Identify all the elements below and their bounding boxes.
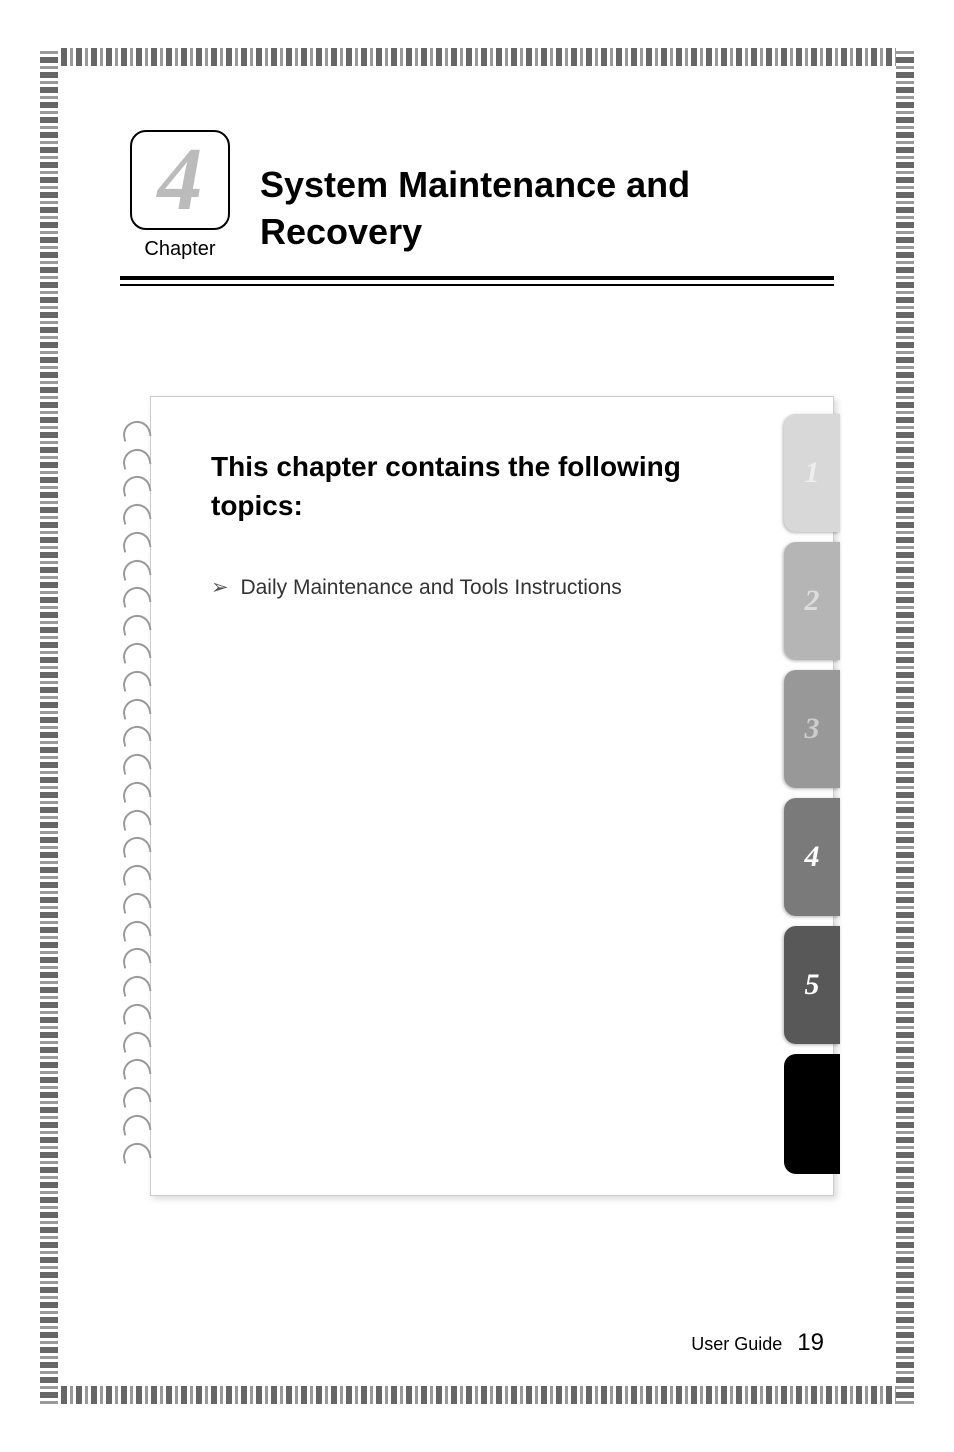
- section-tab-current: [784, 1054, 840, 1174]
- topic-item: ➢ Daily Maintenance and Tools Instructio…: [211, 575, 753, 600]
- footer-label: User Guide: [691, 1334, 782, 1354]
- chapter-badge: 4 Chapter: [120, 130, 240, 261]
- page-footer: User Guide 19: [691, 1329, 824, 1357]
- page-number: 19: [797, 1329, 824, 1356]
- section-tab-2[interactable]: 2: [784, 542, 840, 660]
- topics-heading: This chapter contains the following topi…: [211, 447, 753, 525]
- page-content: 4 Chapter System Maintenance and Recover…: [70, 70, 884, 1382]
- chapter-title: System Maintenance and Recovery: [260, 162, 834, 261]
- decorative-top-border: [40, 48, 914, 66]
- chapter-number-box: 4: [130, 130, 230, 230]
- decorative-right-border: [896, 48, 914, 1404]
- decorative-bottom-border: [40, 1386, 914, 1404]
- chapter-header: 4 Chapter System Maintenance and Recover…: [70, 70, 884, 261]
- topic-text: Daily Maintenance and Tools Instructions: [240, 576, 621, 599]
- bullet-arrow-icon: ➢: [211, 576, 229, 599]
- topics-card: This chapter contains the following topi…: [140, 396, 834, 1196]
- chapter-label: Chapter: [120, 238, 240, 261]
- section-tab-1[interactable]: 1: [784, 414, 840, 532]
- decorative-left-border: [40, 48, 58, 1404]
- section-tab-3[interactable]: 3: [784, 670, 840, 788]
- heading-rule: [120, 276, 834, 286]
- section-tab-5[interactable]: 5: [784, 926, 840, 1044]
- spiral-binding-icon: [122, 416, 158, 1166]
- topics-card-body: This chapter contains the following topi…: [150, 396, 834, 1196]
- chapter-number: 4: [158, 135, 203, 225]
- section-tab-4[interactable]: 4: [784, 798, 840, 916]
- side-tabs: 1 2 3 4 5: [784, 414, 840, 1174]
